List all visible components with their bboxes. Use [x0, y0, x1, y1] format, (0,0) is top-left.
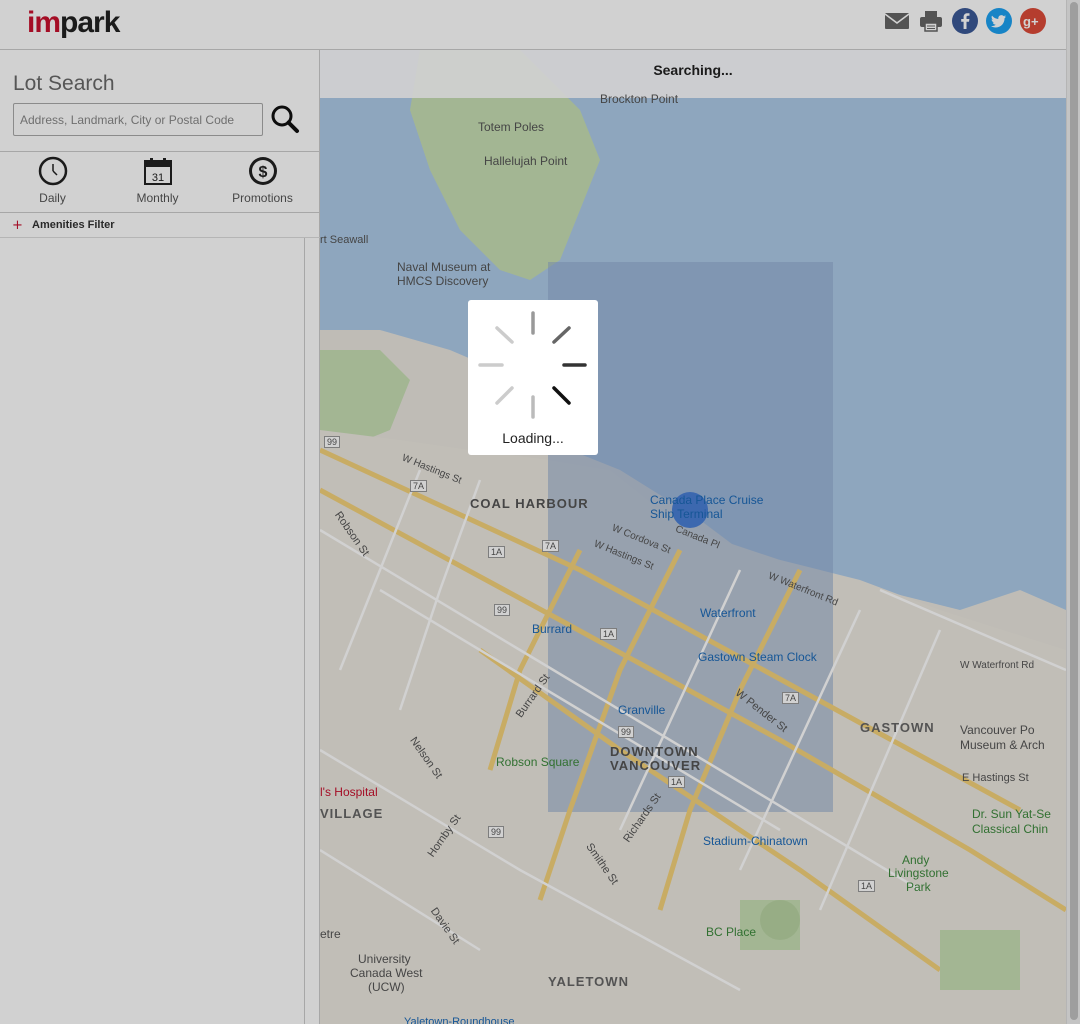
spinner-icon [478, 311, 587, 419]
loading-text: Loading... [502, 430, 564, 446]
loading-dialog: Loading... [468, 300, 598, 455]
loading-overlay [0, 0, 1080, 1024]
